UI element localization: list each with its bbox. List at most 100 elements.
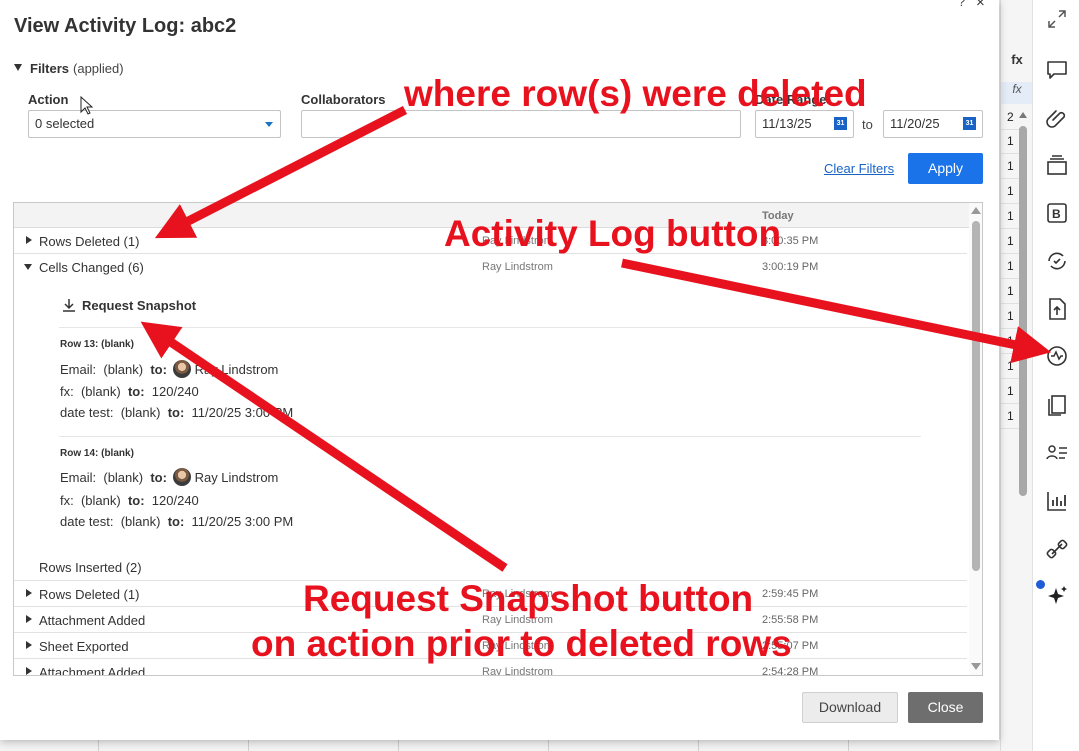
collaborators-input[interactable] <box>301 110 741 138</box>
chevron-right-icon <box>26 589 32 597</box>
close-icon[interactable]: × <box>976 0 985 11</box>
entry-user: Ray Lindstrom <box>482 588 553 600</box>
avatar <box>172 468 191 486</box>
entry-user: Ray Lindstrom <box>482 640 553 652</box>
entry-user: Ray Lindstrom <box>482 235 553 247</box>
calendar-icon[interactable]: 31 <box>963 117 976 130</box>
filters-status: (applied) <box>73 61 124 76</box>
log-header: Today <box>14 203 969 228</box>
proofing-icon[interactable] <box>1044 153 1070 179</box>
action-label: Action <box>28 92 69 107</box>
dialog-title: View Activity Log: abc2 <box>14 15 237 37</box>
scroll-thumb[interactable] <box>1019 126 1027 496</box>
brandfolder-icon[interactable]: B <box>1044 200 1070 226</box>
log-entry[interactable]: Rows Deleted (1) Ray Lindstrom 3:00:35 P… <box>14 228 967 254</box>
request-snapshot-button[interactable]: Request Snapshot <box>62 298 196 313</box>
chevron-right-icon <box>26 615 32 623</box>
divider <box>59 327 921 328</box>
log-entry[interactable]: Attachment Added Ray Lindstrom 2:55:58 P… <box>14 607 967 633</box>
filters-toggle[interactable]: Filters (applied) <box>14 61 124 76</box>
divider <box>59 436 921 437</box>
help-icon[interactable]: ? <box>958 0 965 9</box>
activity-log-list: Today Rows Deleted (1) Ray Lindstrom 3:0… <box>13 202 983 676</box>
date-to-input[interactable]: 11/20/25 31 <box>883 110 983 138</box>
change-line: Email: (blank) to: Ray Lindstrom <box>60 468 279 486</box>
chevron-right-icon <box>26 641 32 649</box>
collaborators-label: Collaborators <box>301 92 386 107</box>
download-icon <box>63 299 75 312</box>
chart-icon[interactable] <box>1044 488 1070 514</box>
log-entry[interactable]: Rows Deleted (1) Ray Lindstrom 2:59:45 P… <box>14 581 967 607</box>
date-from-value: 11/13/25 <box>762 116 812 131</box>
today-label: Today <box>762 210 794 222</box>
apply-button[interactable]: Apply <box>908 153 983 184</box>
publish-icon[interactable] <box>1044 296 1070 322</box>
entry-time: 2:55:58 PM <box>762 614 819 626</box>
svg-text:B: B <box>1052 207 1061 221</box>
entry-time: 3:00:35 PM <box>762 235 819 247</box>
to-label: to <box>862 117 873 132</box>
scroll-up-arrow[interactable] <box>1019 112 1027 118</box>
action-select[interactable]: 0 selected <box>28 110 281 138</box>
log-entry[interactable]: Sheet Exported Ray Lindstrom 2:55:07 PM <box>14 633 967 659</box>
clear-filters-link[interactable]: Clear Filters <box>824 161 894 176</box>
scroll-thumb[interactable] <box>972 221 980 571</box>
date-to-value: 11/20/25 <box>890 116 940 131</box>
filters-label: Filters <box>30 61 70 76</box>
chevron-right-icon <box>26 236 32 244</box>
date-range-label: Date Range <box>755 92 827 107</box>
avatar <box>172 360 191 378</box>
contacts-icon[interactable] <box>1044 440 1070 466</box>
update-requests-icon[interactable] <box>1044 248 1070 274</box>
date-from-input[interactable]: 11/13/25 31 <box>755 110 854 138</box>
summary-icon[interactable] <box>1044 392 1070 418</box>
rows-inserted-divider <box>14 555 967 581</box>
log-entry[interactable]: Attachment Added Ray Lindstrom 2:54:28 P… <box>14 659 967 676</box>
entry-label: Attachment Added <box>39 613 146 628</box>
change-line: date test: (blank) to: 11/20/25 3:00 PM <box>60 405 294 420</box>
right-toolbar: B <box>1032 0 1079 751</box>
change-line: fx: (blank) to: 120/240 <box>60 384 199 399</box>
chevron-down-icon <box>24 264 32 270</box>
entry-label: Rows Deleted (1) <box>39 234 140 249</box>
entry-user: Ray Lindstrom <box>482 666 553 676</box>
change-line: fx: (blank) to: 120/240 <box>60 493 199 508</box>
entry-label: Sheet Exported <box>39 639 129 654</box>
log-scrollbar[interactable] <box>969 203 982 675</box>
entry-user: Ray Lindstrom <box>482 261 553 273</box>
activity-log-icon[interactable] <box>1044 343 1070 369</box>
entry-time: 2:54:28 PM <box>762 666 819 676</box>
change-line: date test: (blank) to: 11/20/25 3:00 PM <box>60 514 294 529</box>
entry-label: Rows Deleted (1) <box>39 587 140 602</box>
ai-sparkle-icon[interactable] <box>1044 583 1070 609</box>
entry-user: Ray Lindstrom <box>482 614 553 626</box>
change-row-header: Row 14: (blank) <box>60 448 134 459</box>
formula-row: fx <box>1001 82 1033 104</box>
attachments-icon[interactable] <box>1044 104 1070 130</box>
sheet-column-strip: fx fx 2111111111111 <box>1000 0 1033 751</box>
download-button[interactable]: Download <box>802 692 898 723</box>
change-row-header: Row 13: (blank) <box>60 339 134 350</box>
activity-log-dialog: View Activity Log: abc2 ? × Filters (appl… <box>0 0 999 740</box>
entry-time: 2:59:45 PM <box>762 588 819 600</box>
entry-time: 2:55:07 PM <box>762 640 819 652</box>
expand-icon[interactable] <box>1044 6 1070 32</box>
mouse-cursor-icon <box>80 96 94 115</box>
action-value: 0 selected <box>35 116 95 131</box>
chevron-down-icon <box>265 122 273 127</box>
calendar-icon[interactable]: 31 <box>834 117 847 130</box>
comments-icon[interactable] <box>1044 57 1070 83</box>
column-header-fx[interactable]: fx <box>1001 52 1033 78</box>
change-line: Email: (blank) to: Ray Lindstrom <box>60 360 279 378</box>
log-entry-expanded[interactable]: Cells Changed (6) Ray Lindstrom 3:00:19 … <box>14 254 967 280</box>
scroll-up-arrow[interactable] <box>971 207 981 214</box>
entry-label: Attachment Added <box>39 665 146 676</box>
sheet-scrollbar[interactable] <box>1018 112 1028 737</box>
connections-icon[interactable] <box>1044 536 1070 562</box>
chevron-down-icon <box>14 64 22 71</box>
entry-label: Cells Changed (6) <box>39 260 144 275</box>
close-button[interactable]: Close <box>908 692 983 723</box>
snapshot-label: Request Snapshot <box>82 298 197 313</box>
entry-time: 3:00:19 PM <box>762 261 819 273</box>
scroll-down-arrow[interactable] <box>971 663 981 670</box>
